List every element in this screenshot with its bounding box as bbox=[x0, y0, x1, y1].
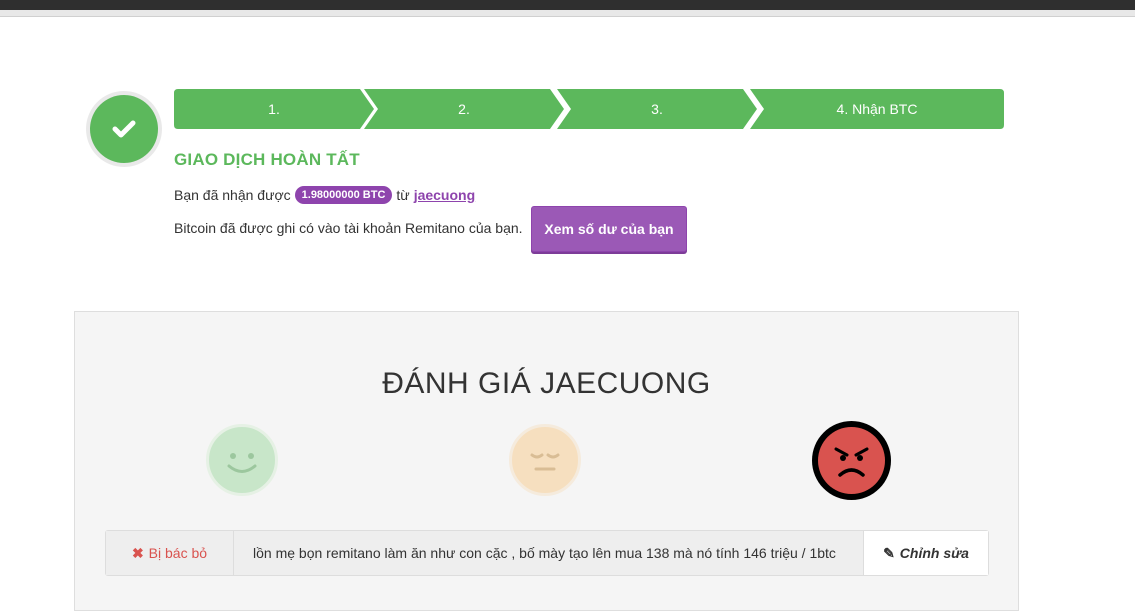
rejected-label: Bị bác bỏ bbox=[148, 545, 208, 561]
step-progress: 1. 2. 3. 4. Nhận BTC bbox=[174, 89, 1004, 129]
step-3-label: 3. bbox=[651, 101, 663, 117]
pencil-icon: ✎ bbox=[883, 544, 895, 561]
review-comment: lồn mẹ bọn remitano làm ăn như con cặc ,… bbox=[234, 531, 864, 575]
transaction-complete-title: GIAO DỊCH HOÀN TẤT bbox=[174, 150, 360, 169]
success-status-circle bbox=[86, 91, 162, 167]
step-4-label: 4. Nhận BTC bbox=[836, 101, 918, 117]
browser-top-bar bbox=[0, 0, 1135, 10]
credited-text: Bitcoin đã được ghi có vào tài khoản Rem… bbox=[174, 220, 523, 236]
step-2: 2. bbox=[364, 89, 564, 129]
step-1-label: 1. bbox=[268, 101, 280, 117]
step-3: 3. bbox=[557, 89, 757, 129]
checkmark-icon bbox=[112, 120, 136, 138]
step-2-label: 2. bbox=[458, 101, 470, 117]
review-bar: ✖ Bị bác bỏ lồn mẹ bọn remitano làm ăn n… bbox=[105, 530, 989, 576]
received-prefix: Bạn đã nhận được bbox=[174, 187, 291, 203]
browser-top-divider bbox=[0, 10, 1135, 17]
close-icon: ✖ bbox=[131, 544, 144, 561]
rejected-status: ✖ Bị bác bỏ bbox=[106, 531, 234, 575]
amount-badge: 1.98000000 BTC bbox=[294, 186, 393, 204]
angry-face-icon[interactable] bbox=[812, 421, 891, 500]
neutral-face-icon[interactable] bbox=[509, 424, 581, 496]
edit-review-button[interactable]: ✎ Chỉnh sửa bbox=[864, 531, 988, 575]
view-balance-button[interactable]: Xem số dư của bạn bbox=[531, 206, 687, 252]
from-word: từ bbox=[396, 187, 410, 203]
received-line: Bạn đã nhận được 1.98000000 BTC từ jaecu… bbox=[174, 186, 475, 204]
step-1: 1. bbox=[174, 89, 374, 129]
counterparty-link[interactable]: jaecuong bbox=[414, 187, 475, 203]
happy-face-icon[interactable] bbox=[206, 424, 278, 496]
rating-panel: ĐÁNH GIÁ JAECUONG ✖ Bị bác bỏ lồn mẹ bọn… bbox=[74, 311, 1019, 611]
step-4: 4. Nhận BTC bbox=[750, 89, 1004, 129]
edit-label: Chỉnh sửa bbox=[899, 545, 969, 561]
rating-title: ĐÁNH GIÁ JAECUONG bbox=[382, 367, 711, 400]
